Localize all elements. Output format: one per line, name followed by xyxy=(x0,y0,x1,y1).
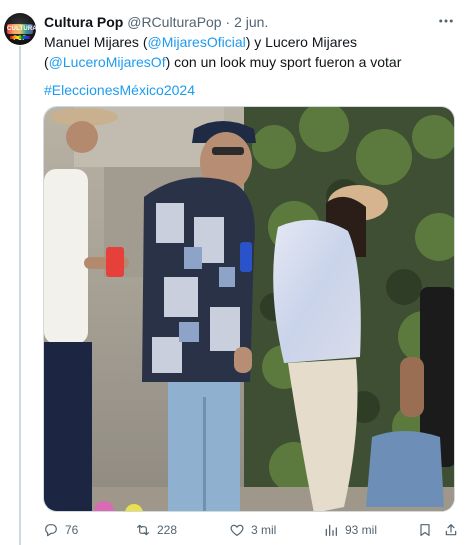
views-count: 93 mil xyxy=(345,523,378,537)
repost-count: 228 xyxy=(157,523,178,537)
tweet-text-part: Manuel Mijares ( xyxy=(44,34,148,50)
heart-icon xyxy=(230,524,244,536)
display-name[interactable]: Cultura Pop xyxy=(44,14,123,30)
photo-illustration xyxy=(44,107,454,511)
tweet-text-part: ) con un look muy sport fueron a votar xyxy=(165,54,402,70)
views-icon xyxy=(325,524,337,536)
reply-icon xyxy=(45,524,57,537)
share-icon xyxy=(445,524,457,536)
more-icon[interactable] xyxy=(436,12,456,32)
hashtag[interactable]: #EleccionesMéxico2024 xyxy=(44,82,195,98)
repost-icon xyxy=(137,524,149,536)
repost-button[interactable]: 228 xyxy=(135,518,177,542)
handle[interactable]: @RCulturaPop xyxy=(127,14,221,30)
thread-line xyxy=(19,46,21,545)
avatar-flag xyxy=(10,36,30,39)
tweet-photo[interactable] xyxy=(43,106,455,512)
mention-mijares[interactable]: @MijaresOficial xyxy=(147,34,245,50)
tweet-header: Cultura Pop @RCulturaPop · 2 jun. xyxy=(44,12,268,32)
views-button[interactable]: 93 mil xyxy=(323,518,377,542)
share-button[interactable] xyxy=(443,518,465,542)
separator: · xyxy=(221,14,235,30)
reply-count: 76 xyxy=(65,523,79,537)
avatar[interactable]: CULTURA POP xyxy=(4,13,36,45)
like-button[interactable]: 3 mil xyxy=(229,518,276,542)
bookmark-button[interactable] xyxy=(417,518,439,542)
mention-lucero[interactable]: @LuceroMijaresOf xyxy=(49,54,166,70)
tweet-date[interactable]: 2 jun. xyxy=(234,14,268,30)
bookmark-icon xyxy=(420,524,430,536)
like-count: 3 mil xyxy=(251,523,277,537)
avatar-logo: CULTURA POP xyxy=(7,24,36,42)
reply-button[interactable]: 76 xyxy=(43,518,78,542)
tweet-text: Manuel Mijares (@MijaresOficial) y Lucer… xyxy=(44,32,458,72)
action-bar: 76 228 3 mil 93 mil xyxy=(43,518,461,542)
hashtag-line: #EleccionesMéxico2024 xyxy=(44,80,195,100)
